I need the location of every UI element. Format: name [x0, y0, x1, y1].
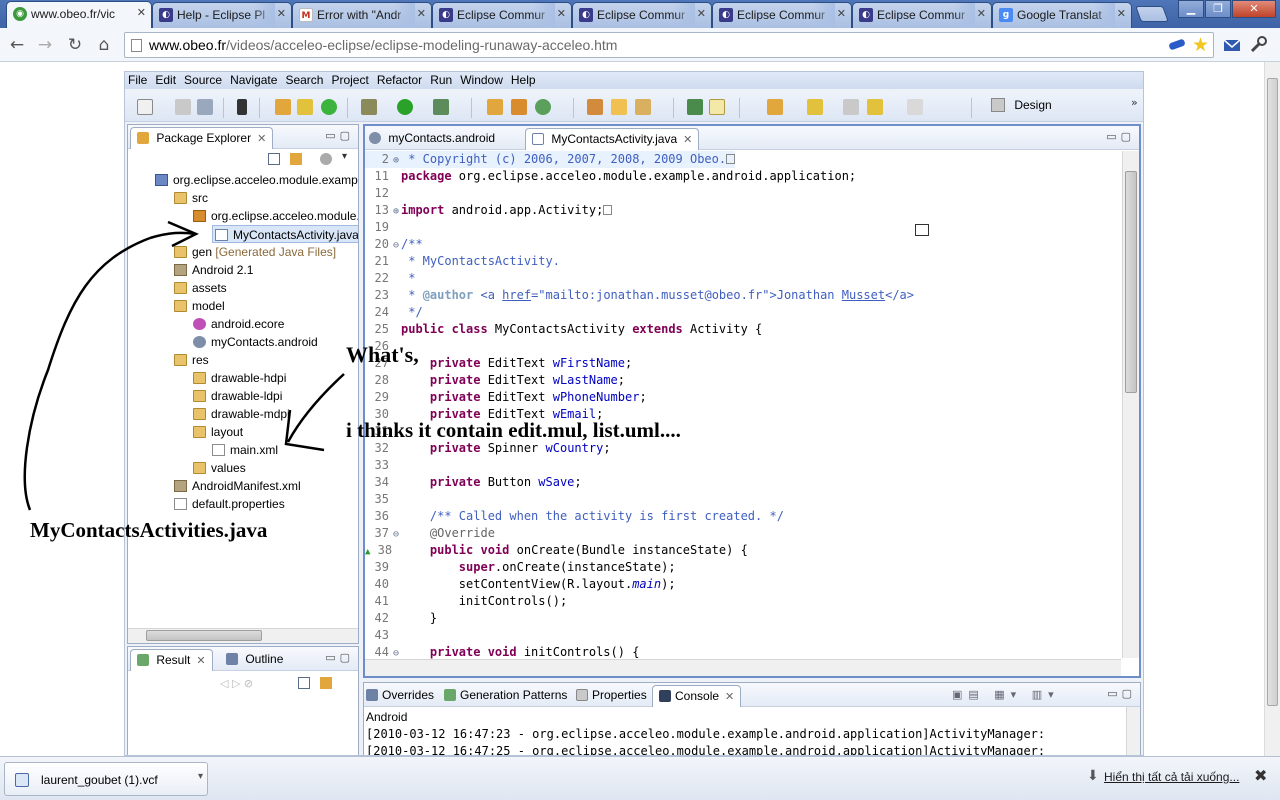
download-shelf: laurent_goubet (1).vcf ▾ ⬇ Hiển thị tất … [0, 756, 1280, 800]
close-shelf-icon[interactable]: ✖ [1254, 766, 1267, 785]
show-all-downloads-link[interactable]: Hiển thị tất cả tải xuống... [1104, 770, 1239, 784]
browser-window: ◉ www.obeo.fr/vic ✕ ◐ Help - Eclipse Pl … [0, 0, 1280, 800]
chevron-down-icon[interactable]: ▾ [198, 771, 203, 782]
download-item[interactable]: laurent_goubet (1).vcf ▾ [4, 762, 208, 796]
annotation-whats: What's, [346, 342, 419, 367]
vcard-file-icon [15, 773, 29, 787]
annotation-thinks: i thinks it contain edit.mul, list.uml..… [346, 418, 681, 442]
arrow-to-activity [23, 236, 151, 511]
arrow-to-main-xml [286, 373, 345, 443]
annotation-arrows [23, 220, 345, 511]
page-scrollbar[interactable] [1264, 62, 1280, 756]
annotation-activities: MyContactsActivities.java [30, 518, 268, 542]
download-arrow-icon: ⬇ [1087, 768, 1099, 784]
